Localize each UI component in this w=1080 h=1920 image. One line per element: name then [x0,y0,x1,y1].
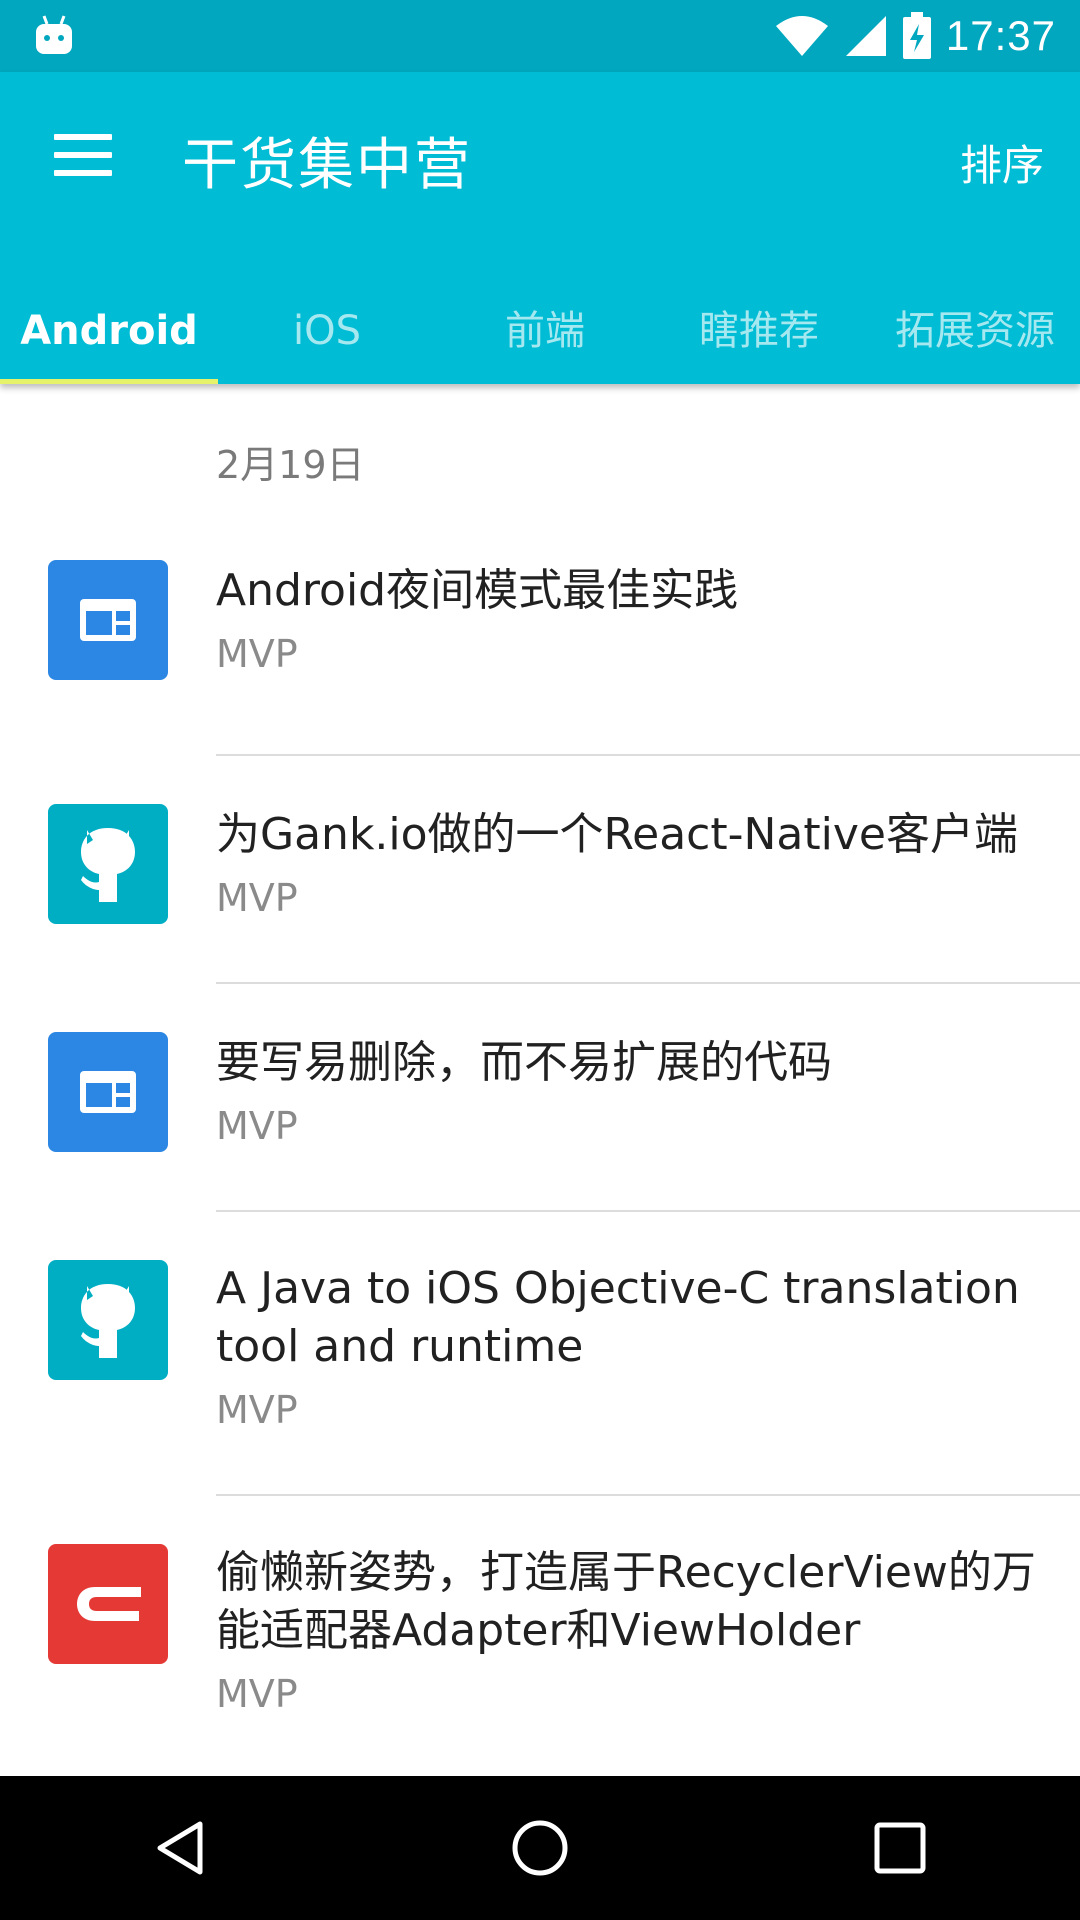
list-item[interactable]: 偷懒新姿势，打造属于RecyclerView的万能适配器Adapter和View… [0,1544,1080,1776]
github-icon [48,1260,168,1380]
tab-recommend[interactable]: 瞎推荐 [654,278,864,384]
menu-icon[interactable] [54,134,112,176]
list-item[interactable]: 要写易删除，而不易扩展的代码 MVP [0,1032,1080,1232]
list-item[interactable]: Android夜间模式最佳实践 MVP [0,560,1080,760]
home-icon[interactable] [480,1788,600,1908]
app-title: 干货集中营 [182,133,472,198]
item-title: Android夜间模式最佳实践 [216,565,739,616]
divider [216,1494,1080,1496]
wifi-icon [775,16,828,56]
battery-charging-icon [902,12,931,59]
navigation-bar [0,1776,1080,1920]
tab-bar: Android iOS 前端 瞎推荐 拓展资源 [0,278,1080,384]
tab-ios[interactable]: iOS [218,278,436,384]
divider [216,754,1080,756]
item-author: MVP [216,1672,298,1716]
csdn-icon [48,1544,168,1664]
signal-icon [845,16,886,56]
tab-android[interactable]: Android [0,278,218,384]
recents-icon[interactable] [840,1788,960,1908]
clock: 17:37 [945,12,1056,59]
divider [216,1210,1080,1212]
tab-indicator [0,379,218,384]
list-item[interactable]: 为Gank.io做的一个React-Native客户端 MVP [0,804,1080,1004]
item-author: MVP [216,1104,298,1148]
item-title: 要写易删除，而不易扩展的代码 [216,1037,832,1088]
github-icon [48,804,168,924]
app-bar: 干货集中营 排序 Android iOS 前端 瞎推荐 拓展资源 [0,72,1080,384]
item-author: MVP [216,876,298,920]
item-author: MVP [216,1388,298,1432]
web-page-icon [48,560,168,680]
date-header: 2月19日 [216,443,365,487]
android-notification-icon [36,15,72,54]
item-title: 偷懒新姿势，打造属于RecyclerView的万能适配器Adapter和View… [216,1547,1036,1656]
item-title: 为Gank.io做的一个React-Native客户端 [216,809,1018,860]
back-icon[interactable] [120,1788,240,1908]
tab-resources[interactable]: 拓展资源 [870,278,1080,384]
divider [216,982,1080,984]
status-bar: 17:37 [0,0,1080,72]
list-item[interactable]: A Java to iOS Objective-C translation to… [0,1260,1080,1510]
article-list[interactable]: 2月19日 Android夜间模式最佳实践 MVP 为Gank.io做的一个Re… [0,384,1080,1776]
item-title: A Java to iOS Objective-C translation to… [216,1263,1020,1372]
web-page-icon [48,1032,168,1152]
item-author: MVP [216,632,298,676]
sort-button[interactable]: 排序 [960,132,1044,193]
tab-frontend[interactable]: 前端 [436,278,654,384]
